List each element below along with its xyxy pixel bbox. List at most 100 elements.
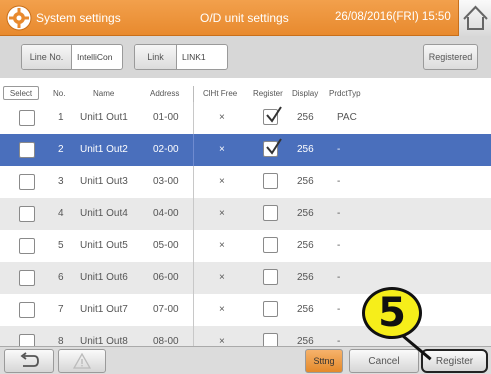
row-display: 256 [297,208,314,219]
home-button[interactable] [458,0,491,36]
link-label: Link [135,45,177,69]
column-divider [193,262,194,294]
warning-button[interactable] [58,349,106,373]
row-prdct-typ: PAC [337,112,357,123]
header-bar: System settings O/D unit settings 26/08/… [0,0,491,36]
row-display: 256 [297,176,314,187]
register-button[interactable]: Register [421,349,488,373]
page-subtitle: O/D unit settings [200,11,289,25]
link-value: LINK1 [182,52,206,62]
row-name: Unit1 Out6 [80,272,128,283]
row-prdct-typ: - [337,304,341,315]
col-no: No. [53,89,66,98]
col-display: Display [292,89,319,98]
row-no: 1 [58,112,64,123]
row-no: 4 [58,208,64,219]
row-clht-free: × [219,240,225,251]
select-checkbox[interactable] [19,206,35,222]
row-name: Unit1 Out1 [80,112,128,123]
select-checkbox[interactable] [19,142,35,158]
row-display: 256 [297,144,314,155]
line-no-selector[interactable]: Line No. IntelliCon [21,44,123,70]
table-row[interactable]: 5 Unit1 Out5 05-00 × 256 - [0,230,491,262]
row-prdct-typ: - [337,240,341,251]
column-divider [193,230,194,262]
row-address: 04-00 [153,208,179,219]
row-address: 07-00 [153,304,179,315]
row-prdct-typ: - [337,176,341,187]
row-no: 7 [58,304,64,315]
register-checkbox[interactable] [263,301,278,317]
row-no: 3 [58,176,64,187]
select-checkbox[interactable] [19,174,35,190]
line-no-label: Line No. [22,45,72,69]
row-display: 256 [297,272,314,283]
table-header: Select No. Name Address ClHt Free Regist… [0,86,491,102]
datetime-display: 26/08/2016(FRI) 15:50 [335,11,451,23]
checkmark-icon [266,138,282,155]
row-clht-free: × [219,272,225,283]
register-checkbox[interactable] [263,106,282,125]
link-selector[interactable]: Link LINK1 [134,44,228,70]
row-address: 01-00 [153,112,179,123]
table-row[interactable]: 2 Unit1 Out2 02-00 × 256 - [0,134,491,166]
row-no: 6 [58,272,64,283]
register-checkbox[interactable] [263,269,278,285]
column-divider [193,134,194,166]
table-row[interactable]: 1 Unit1 Out1 01-00 × 256 PAC [0,102,491,134]
row-address: 05-00 [153,240,179,251]
row-clht-free: × [219,208,225,219]
row-name: Unit1 Out3 [80,176,128,187]
row-address: 02-00 [153,144,179,155]
select-all-button[interactable]: Select [3,86,39,100]
row-clht-free: × [219,176,225,187]
col-address: Address [150,89,180,98]
col-clht-free: ClHt Free [203,89,238,98]
row-prdct-typ: - [337,208,341,219]
row-display: 256 [297,240,314,251]
row-display: 256 [297,304,314,315]
row-clht-free: × [219,144,225,155]
filter-bar: Line No. IntelliCon Link LINK1 Registere… [0,36,491,78]
row-no: 2 [58,144,64,155]
row-prdct-typ: - [337,144,341,155]
col-register: Register [253,89,283,98]
cancel-button[interactable]: Cancel [349,349,419,373]
page-title: System settings [36,11,121,25]
row-name: Unit1 Out5 [80,240,128,251]
warning-icon [73,353,91,369]
row-address: 03-00 [153,176,179,187]
select-checkbox[interactable] [19,110,35,126]
column-divider [193,86,194,102]
gear-icon[interactable] [5,4,33,32]
register-checkbox[interactable] [263,138,282,157]
row-name: Unit1 Out2 [80,144,128,155]
row-prdct-typ: - [337,272,341,283]
line-no-value: IntelliCon [77,52,113,62]
select-checkbox[interactable] [19,270,35,286]
column-divider [193,102,194,134]
register-checkbox[interactable] [263,173,278,189]
checkmark-icon [266,106,282,123]
row-clht-free: × [219,304,225,315]
register-checkbox[interactable] [263,205,278,221]
row-clht-free: × [219,112,225,123]
row-no: 5 [58,240,64,251]
back-button[interactable] [4,349,54,373]
col-prdct-typ: PrdctTyp [329,89,361,98]
register-checkbox[interactable] [263,237,278,253]
home-icon [463,5,488,30]
table-row[interactable]: 6 Unit1 Out6 06-00 × 256 - [0,262,491,294]
select-checkbox[interactable] [19,238,35,254]
column-divider [193,294,194,326]
column-divider [193,166,194,198]
col-name: Name [93,89,115,98]
table-row[interactable]: 4 Unit1 Out4 04-00 × 256 - [0,198,491,230]
table-row[interactable]: 3 Unit1 Out3 03-00 × 256 - [0,166,491,198]
row-name: Unit1 Out7 [80,304,128,315]
select-checkbox[interactable] [19,302,35,318]
back-arrow-icon [20,352,39,367]
registered-button[interactable]: Registered [423,44,478,70]
row-display: 256 [297,112,314,123]
settings-button[interactable]: Sttng [305,349,343,373]
